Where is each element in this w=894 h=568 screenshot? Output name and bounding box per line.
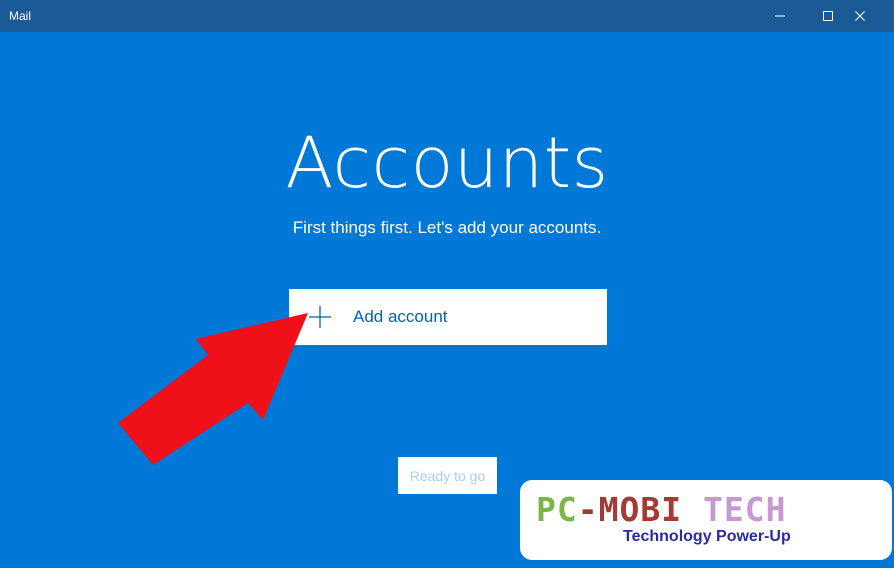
watermark-tagline: Technology Power-Up [623,528,791,545]
maximize-button[interactable] [811,0,845,32]
watermark-pc: PC [536,490,578,529]
page-title: Accounts [285,122,609,204]
maximize-icon [823,11,833,21]
window-title: Mail [9,9,32,23]
close-icon [855,11,865,21]
watermark-tech: TECH [702,490,787,529]
minimize-button[interactable] [763,0,797,32]
title-bar[interactable]: Mail [0,0,894,32]
mail-window: Mail Accounts First things first. Let's … [0,0,894,568]
ready-to-go-label: Ready to go [409,467,486,484]
watermark-title: PC-MOBI TECH [536,490,786,529]
page-subtitle: First things first. Let's add your accou… [292,218,602,237]
watermark-logo: PC-MOBI TECH Technology Power-Up [520,480,892,560]
minimize-icon [775,15,785,17]
watermark-mobi: -MOBI [577,490,683,529]
close-button[interactable] [843,0,877,32]
add-account-button[interactable]: Add account [289,289,607,345]
add-account-label: Add account [353,307,448,326]
ready-to-go-button[interactable]: Ready to go [398,457,497,494]
arrow-annotation [118,313,308,465]
